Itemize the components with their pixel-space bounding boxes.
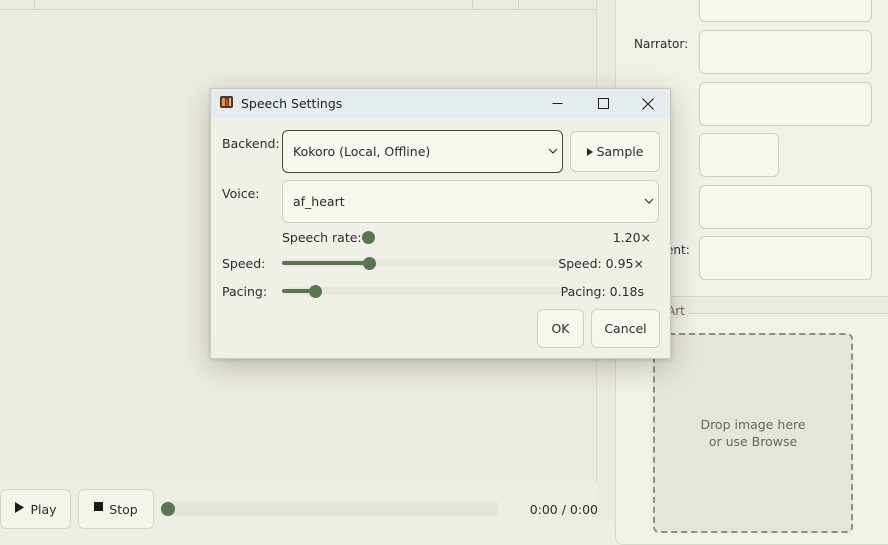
cancel-button[interactable]: Cancel: [591, 309, 660, 348]
narrator-label: Narrator:: [634, 37, 689, 51]
play-icon: [15, 502, 25, 513]
speech-rate-slider-handle[interactable]: [362, 231, 375, 244]
voice-value: af_heart: [293, 194, 345, 209]
backend-select[interactable]: Kokoro (Local, Offline): [282, 130, 563, 173]
chevron-down-icon: [644, 198, 654, 204]
stop-label: Stop: [109, 502, 138, 517]
dialog-titlebar[interactable]: Speech Settings: [211, 89, 670, 118]
voice-select[interactable]: af_heart: [282, 180, 659, 223]
speed-slider-handle[interactable]: [363, 257, 376, 270]
close-icon: [642, 97, 654, 110]
speed-slider-fill: [282, 261, 370, 265]
stop-button[interactable]: Stop: [78, 489, 154, 529]
speed-value: Speed: 0.95×: [558, 256, 644, 271]
minimize-icon: [552, 103, 562, 104]
cancel-label: Cancel: [604, 321, 647, 336]
speed-label: Speed:: [222, 256, 266, 271]
ok-button[interactable]: OK: [537, 309, 584, 348]
play-label: Play: [30, 502, 57, 517]
speech-settings-dialog: Speech Settings Backend: Kokoro (Local, …: [210, 88, 671, 359]
pacing-label: Pacing:: [222, 284, 268, 299]
column-header-strip: [0, 0, 596, 10]
maximize-button[interactable]: [580, 89, 626, 118]
pacing-slider-handle[interactable]: [309, 285, 322, 298]
voice-label: Voice:: [222, 186, 260, 201]
narrator-input[interactable]: [699, 30, 872, 74]
metadata-field-3[interactable]: [699, 82, 872, 126]
play-icon: [586, 147, 593, 156]
pacing-value: Pacing: 0.18s: [560, 284, 644, 299]
backend-value: Kokoro (Local, Offline): [293, 144, 431, 159]
metadata-field-6[interactable]: [699, 236, 872, 280]
header-divider: [34, 0, 35, 9]
minimize-button[interactable]: [534, 89, 580, 118]
maximize-icon: [597, 98, 609, 109]
speech-rate-label: Speech rate:: [282, 230, 362, 245]
time-readout: 0:00 / 0:00: [529, 502, 598, 517]
speech-rate-value: 1.20×: [612, 230, 651, 245]
ok-label: OK: [551, 321, 570, 336]
sample-button[interactable]: Sample: [570, 131, 660, 172]
metadata-field-5[interactable]: [699, 185, 872, 229]
metadata-field-top[interactable]: [699, 0, 872, 22]
play-button[interactable]: Play: [0, 489, 71, 529]
header-divider: [472, 0, 473, 9]
drop-text-line2: or use Browse: [708, 434, 798, 449]
close-button[interactable]: [625, 89, 671, 118]
stop-icon: [94, 502, 104, 511]
app-icon: [220, 96, 233, 108]
sample-label: Sample: [596, 144, 644, 159]
seek-slider[interactable]: [164, 501, 498, 516]
metadata-field-4[interactable]: [699, 133, 779, 177]
seek-slider-handle[interactable]: [161, 502, 175, 516]
dialog-title: Speech Settings: [241, 96, 343, 111]
drop-zone-text: Drop image here or use Browse: [653, 416, 853, 450]
header-divider: [518, 0, 519, 9]
backend-label: Backend:: [222, 136, 280, 151]
chevron-down-icon: [548, 148, 558, 154]
drop-text-line1: Drop image here: [700, 417, 806, 432]
